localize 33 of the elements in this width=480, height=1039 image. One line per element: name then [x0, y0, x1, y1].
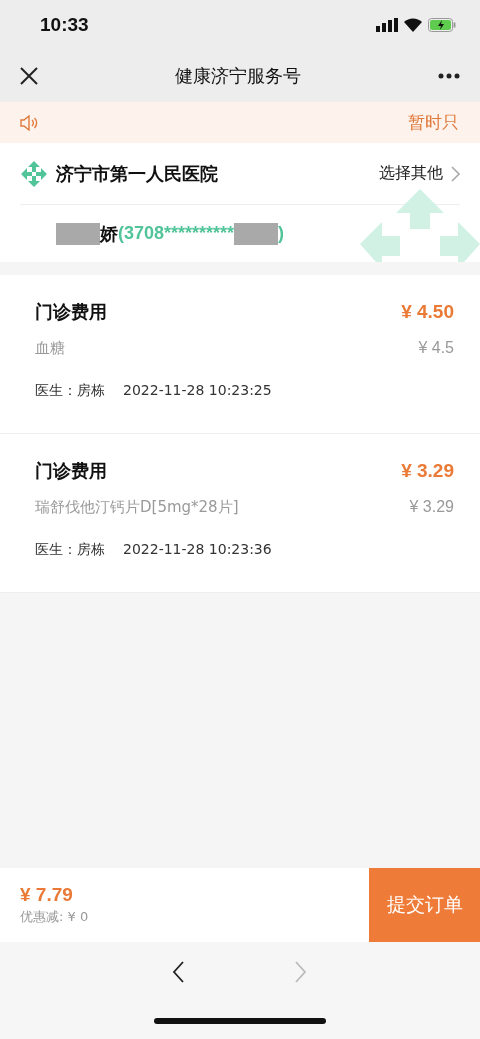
- more-icon[interactable]: [438, 73, 460, 79]
- page-title: 健康济宁服务号: [175, 64, 301, 88]
- choose-other-link[interactable]: 选择其他: [379, 163, 460, 184]
- item-total: ¥ 4.50: [401, 301, 454, 323]
- item-name: 瑞舒伐他汀钙片D[5mg*28片]: [35, 497, 239, 518]
- doctor-name: 医生：房栋: [35, 381, 105, 400]
- redaction-block: [56, 222, 100, 245]
- fee-category: 门诊费用: [35, 459, 107, 483]
- total-amount: ¥ 7.79: [20, 884, 74, 906]
- item-name: 血糖: [35, 338, 65, 359]
- fee-category: 门诊费用: [35, 300, 107, 324]
- signal-icon: [376, 18, 398, 32]
- close-icon[interactable]: [20, 67, 38, 85]
- discount-text: 优惠减: ¥ 0: [20, 908, 90, 926]
- hospital-logo-icon: [360, 189, 480, 262]
- wifi-icon: [404, 18, 422, 32]
- patient-id: (3708**********: [118, 223, 235, 244]
- patient-id-end: ): [278, 223, 285, 244]
- item-total: ¥ 3.29: [401, 460, 454, 482]
- doctor-name: 医生：房栋: [35, 540, 105, 559]
- item-price: ¥ 4.5: [418, 338, 454, 358]
- item-price: ¥ 3.29: [409, 497, 454, 517]
- speaker-icon: [20, 114, 38, 131]
- redaction-block: [234, 222, 279, 245]
- hospital-name: 济宁市第一人民医院: [56, 161, 219, 186]
- chevron-right-icon: [451, 165, 460, 182]
- order-time: 2022-11-28 10:23:36: [123, 540, 272, 559]
- clock-time: 10:33: [40, 14, 89, 36]
- patient-name: 娇: [100, 221, 118, 246]
- hospital-logo-icon: [20, 159, 48, 188]
- notice-text: 暂时只: [408, 111, 459, 134]
- order-time: 2022-11-28 10:23:25: [123, 381, 272, 400]
- battery-icon: [428, 18, 456, 32]
